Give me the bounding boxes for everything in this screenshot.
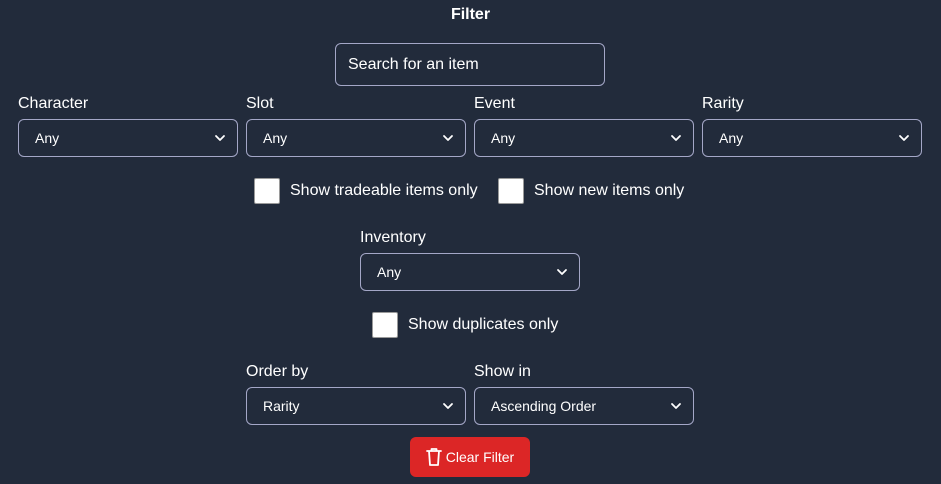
- chevron-down-icon: [899, 135, 909, 141]
- character-select-value: Any: [35, 130, 60, 146]
- event-select-value: Any: [491, 130, 516, 146]
- filter-title: Filter: [450, 6, 491, 23]
- inventory-select[interactable]: Any: [360, 253, 580, 291]
- inventory-select-value: Any: [377, 264, 402, 280]
- rarity-select[interactable]: Any: [702, 119, 922, 157]
- event-select[interactable]: Any: [474, 119, 694, 157]
- new-items-checkbox-label: Show new items only: [534, 182, 685, 199]
- chevron-down-icon: [215, 135, 225, 141]
- show-in-select-value: Ascending Order: [491, 398, 597, 414]
- duplicates-checkbox-row[interactable]: Show duplicates only: [372, 312, 558, 338]
- order-by-select-value: Rarity: [263, 398, 300, 414]
- new-items-checkbox-row[interactable]: Show new items only: [498, 178, 684, 204]
- tradeable-checkbox-label: Show tradeable items only: [290, 182, 478, 199]
- clear-filter-button[interactable]: Clear Filter: [410, 437, 530, 477]
- trash-icon: [425, 448, 442, 466]
- chevron-down-icon: [671, 135, 681, 141]
- slot-select-value: Any: [263, 130, 288, 146]
- show-in-select[interactable]: Ascending Order: [474, 387, 694, 425]
- chevron-down-icon: [443, 135, 453, 141]
- slot-label: Slot: [246, 95, 274, 112]
- tradeable-checkbox-row[interactable]: Show tradeable items only: [254, 178, 478, 204]
- chevron-down-icon: [557, 269, 567, 275]
- new-items-checkbox[interactable]: [498, 178, 524, 204]
- chevron-down-icon: [671, 403, 681, 409]
- tradeable-checkbox[interactable]: [254, 178, 280, 204]
- order-by-label: Order by: [246, 363, 309, 380]
- show-in-label: Show in: [474, 363, 531, 380]
- duplicates-checkbox[interactable]: [372, 312, 398, 338]
- order-by-select[interactable]: Rarity: [246, 387, 466, 425]
- clear-filter-label: Clear Filter: [445, 449, 515, 465]
- event-label: Event: [474, 95, 515, 112]
- rarity-select-value: Any: [719, 130, 744, 146]
- search-input[interactable]: [335, 43, 605, 86]
- inventory-label: Inventory: [360, 229, 426, 246]
- rarity-label: Rarity: [702, 95, 744, 112]
- slot-select[interactable]: Any: [246, 119, 466, 157]
- character-label: Character: [18, 95, 89, 112]
- chevron-down-icon: [443, 403, 453, 409]
- duplicates-checkbox-label: Show duplicates only: [408, 316, 559, 333]
- character-select[interactable]: Any: [18, 119, 238, 157]
